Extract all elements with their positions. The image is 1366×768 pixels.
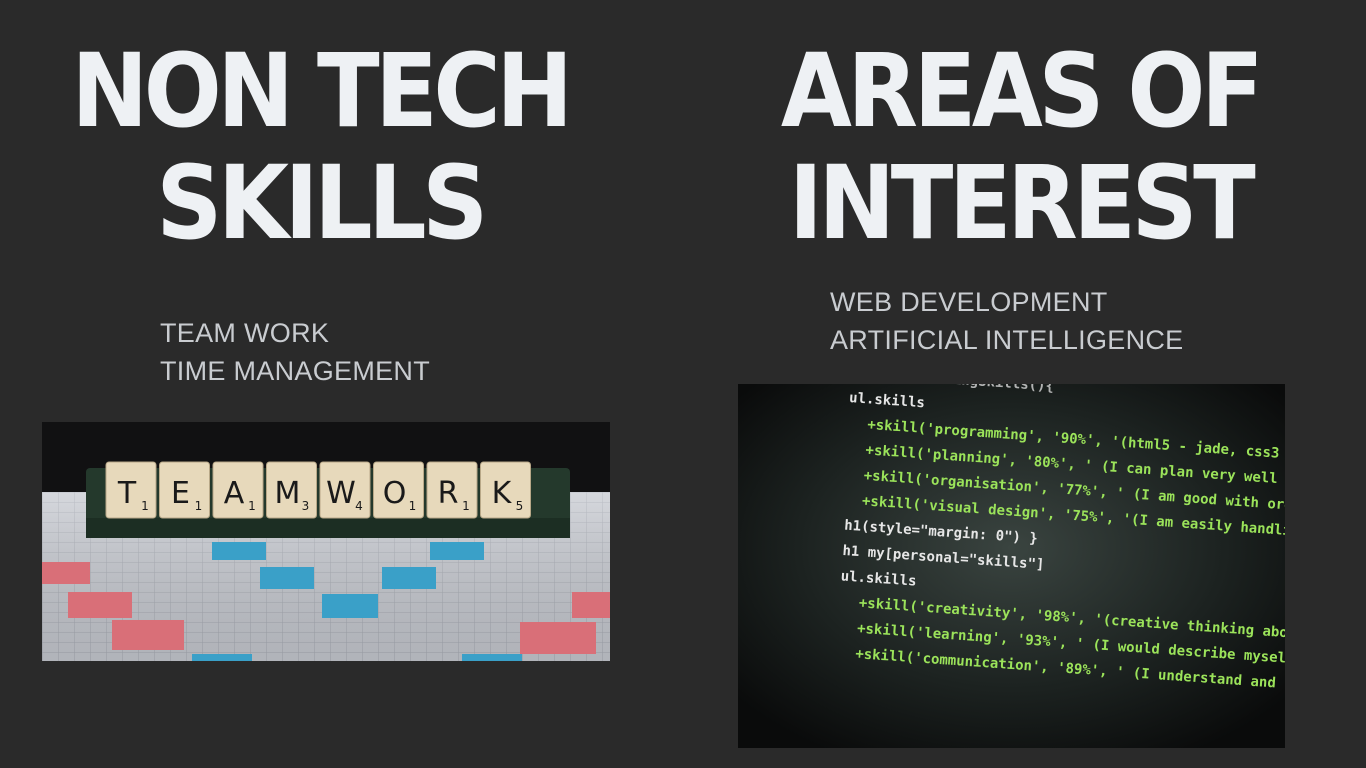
list-item: ARTIFICIAL INTELLIGENCE <box>830 325 1184 355</box>
scrabble-tile: K5 <box>480 461 531 519</box>
scrabble-tile: R1 <box>426 461 478 519</box>
non-tech-skills-list: TEAM WORK TIME MANAGEMENT <box>160 314 430 390</box>
scrabble-tile: E1 <box>159 461 210 519</box>
heading-line: INTEREST <box>788 144 1256 263</box>
tile-score: 4 <box>355 499 363 513</box>
heading-line: SKILLS <box>156 144 488 263</box>
tile-score: 1 <box>141 499 149 513</box>
tile-score: 3 <box>302 499 310 513</box>
tile-score: 5 <box>516 499 524 513</box>
tile-score: 1 <box>409 499 417 513</box>
tile-letter: W <box>326 476 356 511</box>
scrabble-tile: O1 <box>373 461 424 519</box>
code-screen-image: myProgrammingSkills(){ul.skills+skill('p… <box>738 384 1285 748</box>
scrabble-tile: T1 <box>105 461 157 519</box>
tile-score: 1 <box>462 499 470 513</box>
tile-letter: R <box>438 476 459 511</box>
tile-letter: K <box>492 476 513 511</box>
tile-letter: O <box>383 476 407 511</box>
areas-of-interest-list: WEB DEVELOPMENT ARTIFICIAL INTELLIGENCE <box>830 283 1183 359</box>
tile-score: 1 <box>195 499 203 513</box>
areas-of-interest-heading: AREAS OF INTEREST <box>741 36 1299 260</box>
teamwork-scrabble-image: T1E1A1M3W4O1R1K5 <box>42 422 610 661</box>
list-item: TEAM WORK <box>160 318 330 348</box>
tile-letter: A <box>224 476 245 511</box>
tile-letter: M <box>275 476 301 511</box>
tile-letter: T <box>117 476 137 511</box>
scrabble-tile: M3 <box>266 461 317 519</box>
heading-line: AREAS OF <box>780 32 1264 151</box>
tile-score: 1 <box>248 499 256 513</box>
list-item: WEB DEVELOPMENT <box>830 287 1108 317</box>
scrabble-tile: A1 <box>212 461 264 519</box>
scrabble-tile: W4 <box>319 461 371 519</box>
list-item: TIME MANAGEMENT <box>160 356 431 386</box>
heading-line: NON TECH <box>71 32 573 151</box>
tile-letter: E <box>171 476 190 511</box>
non-tech-skills-heading: NON TECH SKILLS <box>50 36 590 260</box>
